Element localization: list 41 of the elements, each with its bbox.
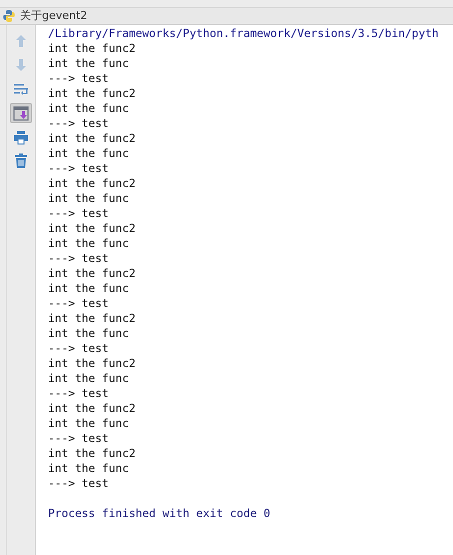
output-line: int the func: [48, 462, 129, 475]
output-line: int the func: [48, 237, 129, 250]
output-line: ---> test: [48, 252, 109, 265]
output-line: int the func2: [48, 312, 136, 325]
output-line: int the func: [48, 147, 129, 160]
soft-wrap-icon: [13, 82, 29, 96]
window-title: 关于gevent2: [20, 8, 88, 24]
output-line: int the func2: [48, 87, 136, 100]
python-logo-icon: [2, 9, 16, 23]
output-line: int the func2: [48, 132, 136, 145]
output-line: ---> test: [48, 72, 109, 85]
toolbar-button[interactable]: [10, 103, 32, 123]
output-line: int the func2: [48, 447, 136, 460]
output-line: ---> test: [48, 387, 109, 400]
output-line: int the func: [48, 57, 129, 70]
printer-icon: [13, 130, 29, 144]
output-line: ---> test: [48, 432, 109, 445]
output-line: int the func2: [48, 402, 136, 415]
output-line: int the func: [48, 192, 129, 205]
output-line: ---> test: [48, 117, 109, 130]
output-line: ---> test: [48, 162, 109, 175]
output-line: int the func: [48, 282, 129, 295]
output-line: int the func: [48, 102, 129, 115]
output-line: ---> test: [48, 477, 109, 490]
output-line: ---> test: [48, 342, 109, 355]
output-line: int the func2: [48, 177, 136, 190]
output-line: int the func2: [48, 222, 136, 235]
scroll-to-end-icon: [13, 106, 29, 120]
output-line: int the func: [48, 372, 129, 385]
output-line: ---> test: [48, 297, 109, 310]
exit-message: Process finished with exit code 0: [48, 507, 270, 520]
trash-icon: [14, 153, 28, 169]
output-line: int the func: [48, 327, 129, 340]
output-line: int the func2: [48, 357, 136, 370]
output-line: ---> test: [48, 207, 109, 220]
output-line: int the func2: [48, 267, 136, 280]
interpreter-path: /Library/Frameworks/Python.framework/Versions/3.5/bin/pyth: [48, 27, 439, 40]
output-line: int the func2: [48, 42, 136, 55]
output-line: int the func: [48, 417, 129, 430]
up-arrow-icon: [15, 34, 27, 48]
down-arrow-icon: [15, 58, 27, 72]
